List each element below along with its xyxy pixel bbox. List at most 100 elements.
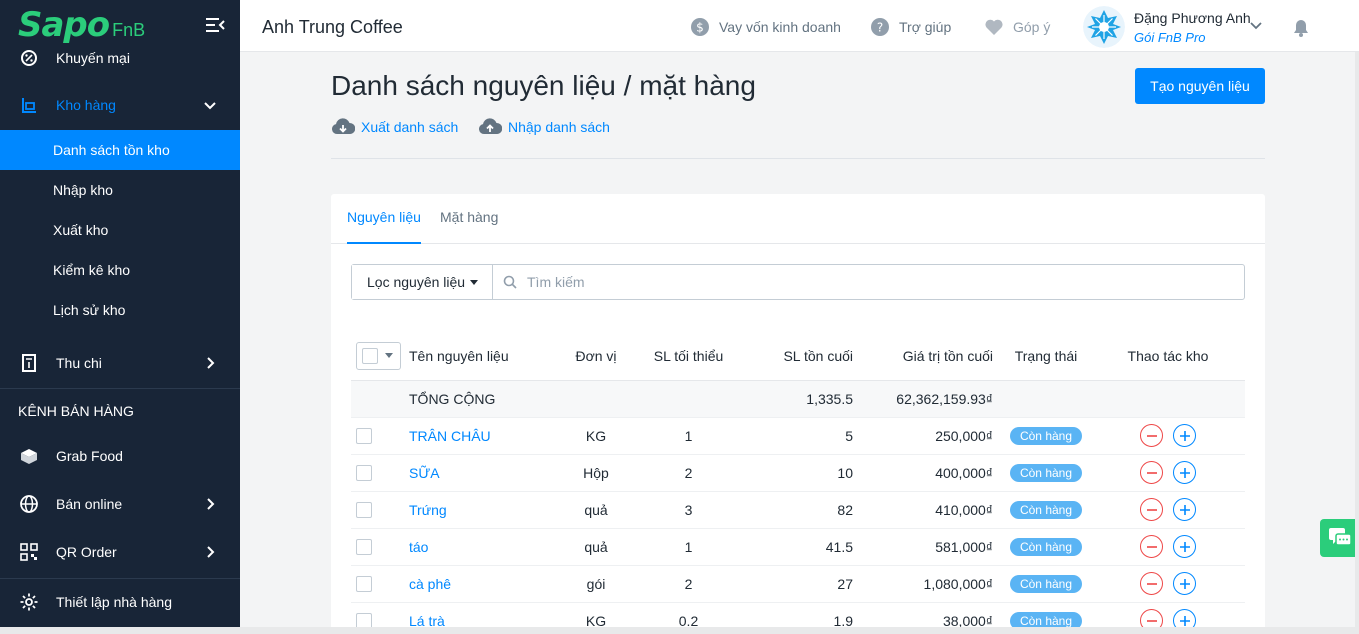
inventory-card: Nguyên liệu Mặt hàng Lọc nguyên liệu Tên…	[331, 194, 1265, 634]
import-list-link[interactable]: Nhập danh sách	[478, 118, 610, 136]
unit-cell: Hộp	[561, 454, 631, 492]
sidebar-subitem-inventory-list[interactable]: Danh sách tồn kho	[0, 130, 240, 170]
stock-actions-cell	[1091, 565, 1245, 603]
promotion-icon	[18, 47, 40, 69]
svg-text:?: ?	[877, 21, 883, 35]
stock-out-button[interactable]	[1140, 424, 1163, 447]
bell-icon[interactable]	[1291, 18, 1311, 38]
sidebar-item-grabfood[interactable]: Grab Food	[0, 441, 240, 471]
avatar[interactable]	[1083, 6, 1125, 48]
total-empty-cell	[351, 380, 401, 418]
sidebar-item-label: Grab Food	[56, 448, 123, 464]
sidebar-item-label: QR Order	[56, 544, 117, 560]
stock-actions-cell	[1091, 528, 1245, 566]
search-wrap	[493, 265, 1244, 299]
min-qty-cell: 1	[631, 528, 746, 566]
sidebar-item-label: Khuyến mại	[56, 50, 130, 66]
ingredient-name-link[interactable]: SỮA	[409, 465, 440, 481]
unit-cell: quả	[561, 528, 631, 566]
ingredient-name-link[interactable]: TRÂN CHÂU	[409, 428, 491, 444]
help-link-label: Trợ giúp	[899, 19, 952, 35]
export-list-link[interactable]: Xuất danh sách	[331, 118, 458, 136]
row-checkbox[interactable]	[356, 465, 372, 482]
stock-in-button[interactable]	[1173, 498, 1196, 521]
table-row: SỮA Hộp 2 10 400,000₫ Còn hàng	[351, 454, 1245, 492]
row-select-cell	[351, 417, 401, 455]
sidebar-item-label: Thiết lập nhà hàng	[56, 594, 172, 610]
stock-out-button[interactable]	[1140, 535, 1163, 558]
dollar-icon: $	[691, 18, 709, 36]
loan-link-label: Vay vốn kinh doanh	[719, 19, 841, 35]
sidebar-subitem-stocktake[interactable]: Kiểm kê kho	[0, 250, 240, 290]
col-header-status: Trạng thái	[1001, 332, 1091, 381]
unit-cell: KG	[561, 417, 631, 455]
row-checkbox[interactable]	[356, 576, 372, 593]
sidebar-item-warehouse[interactable]: Kho hàng	[0, 90, 240, 120]
horizontal-scrollbar[interactable]	[0, 627, 1359, 634]
sidebar-subitem-history[interactable]: Lịch sử kho	[0, 290, 240, 330]
stock-actions-cell	[1091, 417, 1245, 455]
sidebar-item-label: Thu chi	[56, 355, 102, 371]
logo[interactable]: Sapo FnB	[0, 0, 240, 50]
sidebar-item-promotion[interactable]: Khuyến mại	[0, 46, 240, 70]
plus-icon	[1179, 467, 1190, 478]
vertical-scrollbar[interactable]	[1355, 52, 1359, 634]
row-checkbox[interactable]	[356, 539, 372, 556]
bulk-select-checkbox[interactable]	[356, 341, 401, 370]
filter-dropdown-label: Lọc nguyên liệu	[367, 274, 466, 290]
stock-in-button[interactable]	[1173, 424, 1196, 447]
chevron-down-icon[interactable]	[1250, 22, 1262, 30]
select-all-checkbox[interactable]	[362, 347, 378, 364]
minus-icon	[1146, 619, 1157, 622]
create-ingredient-button[interactable]: Tạo nguyên liệu	[1135, 68, 1265, 104]
export-list-label: Xuất danh sách	[361, 119, 459, 135]
status-badge: Còn hàng	[1009, 426, 1083, 445]
loan-link[interactable]: $ Vay vốn kinh doanh	[690, 17, 841, 37]
filter-bar: Lọc nguyên liệu	[351, 264, 1245, 300]
tab-items[interactable]: Mặt hàng	[440, 209, 498, 244]
warehouse-icon	[18, 94, 40, 116]
total-end-qty: 1,335.5	[746, 380, 861, 418]
tab-ingredients[interactable]: Nguyên liệu	[347, 209, 421, 244]
top-header: Anh Trung Coffee $ Vay vốn kinh doanh ? …	[240, 0, 1359, 52]
sidebar-item-label: Kho hàng	[56, 97, 116, 113]
sidebar: Sapo FnB Khuyến mại Kho hàng Danh sách t…	[0, 0, 240, 634]
tab-bar: Nguyên liệu Mặt hàng	[331, 194, 1265, 244]
store-name: Anh Trung Coffee	[262, 17, 403, 37]
sidebar-subitem-stock-out[interactable]: Xuất kho	[0, 210, 240, 250]
search-input[interactable]	[527, 274, 1244, 290]
sidebar-item-cashbook[interactable]: Thu chi	[0, 348, 240, 378]
row-select-cell	[351, 454, 401, 492]
stock-out-button[interactable]	[1140, 461, 1163, 484]
sidebar-item-online-sales[interactable]: Bán online	[0, 489, 240, 519]
import-list-label: Nhập danh sách	[508, 119, 610, 135]
sidebar-divider	[0, 388, 240, 389]
divider	[331, 158, 1265, 159]
sidebar-item-settings[interactable]: Thiết lập nhà hàng	[0, 587, 240, 617]
status-badge: Còn hàng	[1009, 463, 1083, 482]
ingredient-filter-dropdown[interactable]: Lọc nguyên liệu	[352, 265, 493, 299]
ingredient-name-link[interactable]: Trứng	[409, 502, 447, 518]
total-label: TỔNG CỘNG	[401, 380, 561, 418]
row-checkbox[interactable]	[356, 428, 372, 445]
sidebar-subitem-stock-in[interactable]: Nhập kho	[0, 170, 240, 210]
chat-button[interactable]	[1320, 519, 1359, 557]
stock-in-button[interactable]	[1173, 572, 1196, 595]
collapse-sidebar-icon[interactable]	[205, 17, 225, 33]
ingredient-name-link[interactable]: cà phê	[409, 576, 451, 592]
ingredient-name-link[interactable]: táo	[409, 539, 428, 555]
help-link[interactable]: ? Trợ giúp	[870, 17, 951, 37]
row-checkbox[interactable]	[356, 502, 372, 519]
globe-icon	[18, 493, 40, 515]
page-title: Danh sách nguyên liệu / mặt hàng	[331, 70, 756, 101]
sidebar-item-qr-order[interactable]: QR Order	[0, 537, 240, 567]
stock-out-button[interactable]	[1140, 498, 1163, 521]
stock-in-button[interactable]	[1173, 461, 1196, 484]
row-select-cell	[351, 565, 401, 603]
end-qty-cell: 5	[746, 417, 861, 455]
chevron-right-icon	[207, 357, 215, 369]
stock-out-button[interactable]	[1140, 572, 1163, 595]
total-end-value: 62,362,159.93₫	[861, 380, 1001, 418]
stock-in-button[interactable]	[1173, 535, 1196, 558]
feedback-link[interactable]: Góp ý	[984, 17, 1050, 37]
